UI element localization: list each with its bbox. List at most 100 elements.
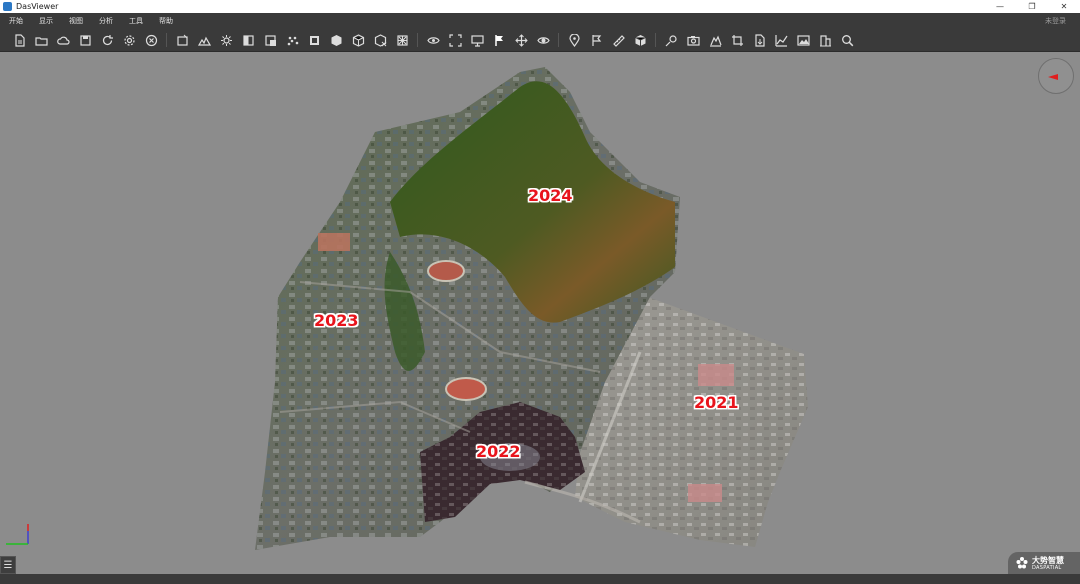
menu-display[interactable]: 显示 — [31, 13, 61, 29]
brand-logo-icon — [1016, 557, 1028, 569]
export-icon — [754, 33, 765, 47]
maximize-button[interactable]: ❐ — [1016, 0, 1048, 13]
box-button[interactable] — [347, 30, 369, 50]
brand-name-cn: 大势智慧 — [1032, 555, 1064, 565]
search-button[interactable] — [836, 30, 858, 50]
menu-start[interactable]: 开始 — [0, 13, 31, 29]
compass-widget[interactable] — [1038, 58, 1074, 94]
compass-needle-icon — [1048, 74, 1058, 80]
cloud-icon — [56, 36, 70, 45]
eye-button[interactable] — [532, 30, 554, 50]
box-icon — [352, 33, 364, 47]
toolbar-separator — [655, 33, 656, 47]
flag-measure-icon — [494, 34, 503, 46]
layer-button[interactable] — [259, 30, 281, 50]
terrain-button[interactable] — [193, 30, 215, 50]
flag-button[interactable] — [585, 30, 607, 50]
surface-icon — [309, 35, 319, 45]
settings-icon — [123, 34, 135, 46]
region-label-2023: 2023 — [314, 311, 359, 330]
menu-view[interactable]: 视图 — [61, 13, 91, 29]
toolbar — [0, 29, 1080, 52]
building-icon — [819, 34, 831, 46]
model-button[interactable] — [171, 30, 193, 50]
refresh-button[interactable] — [96, 30, 118, 50]
window-title: DasViewer — [16, 2, 59, 11]
toolbar-separator — [417, 33, 418, 47]
location-icon — [568, 33, 580, 47]
profile-icon — [709, 35, 722, 47]
login-status[interactable]: 未登录 — [1045, 13, 1066, 29]
window-controls: — ❐ ✕ — [984, 0, 1080, 13]
camera-icon — [686, 35, 700, 46]
brand-watermark: 大势智慧 DASPATIAL — [1008, 552, 1080, 574]
open-folder-icon — [34, 36, 48, 46]
eye-rotate-button[interactable] — [422, 30, 444, 50]
tag-icon — [665, 34, 677, 46]
cube-icon — [331, 34, 341, 46]
search-icon — [841, 34, 853, 46]
menu-analysis[interactable]: 分析 — [91, 13, 121, 29]
menu-help[interactable]: 帮助 — [151, 13, 181, 29]
volume-icon — [634, 34, 646, 46]
title-bar: DasViewer — ❐ ✕ — [0, 0, 1080, 13]
light-button[interactable] — [215, 30, 237, 50]
ruler-button[interactable] — [607, 30, 629, 50]
export-button[interactable] — [748, 30, 770, 50]
close-circle-button[interactable] — [140, 30, 162, 50]
model-icon — [176, 34, 188, 46]
region-label-2021: 2021 — [694, 393, 739, 412]
panel-menu-button[interactable]: ☰ — [0, 556, 16, 574]
flag-measure-button[interactable] — [488, 30, 510, 50]
menu-bar: 开始 显示 视图 分析 工具 帮助 未登录 — [0, 13, 1080, 29]
menu-tools[interactable]: 工具 — [121, 13, 151, 29]
camera-button[interactable] — [682, 30, 704, 50]
cube-button[interactable] — [325, 30, 347, 50]
3d-viewport[interactable]: 2024 2023 2021 2022 大势智慧 DASPATIAL — [0, 52, 1080, 574]
layer-icon — [264, 34, 276, 46]
image-icon — [796, 34, 810, 46]
toolbar-separator — [558, 33, 559, 47]
app-window: DasViewer — ❐ ✕ 开始 显示 视图 分析 工具 帮助 未登录 20… — [0, 0, 1080, 584]
location-button[interactable] — [563, 30, 585, 50]
minimize-button[interactable]: — — [984, 0, 1016, 13]
fit-view-button[interactable] — [444, 30, 466, 50]
new-file-button[interactable] — [8, 30, 30, 50]
points-button[interactable] — [281, 30, 303, 50]
crop-button[interactable] — [726, 30, 748, 50]
half-tone-button[interactable] — [237, 30, 259, 50]
close-button[interactable]: ✕ — [1048, 0, 1080, 13]
pan-button[interactable] — [510, 30, 532, 50]
chart-button[interactable] — [770, 30, 792, 50]
grid-icon — [396, 34, 408, 46]
wireframe-button[interactable] — [369, 30, 391, 50]
grid-button[interactable] — [391, 30, 413, 50]
save-button[interactable] — [74, 30, 96, 50]
brand-name-en: DASPATIAL — [1032, 564, 1062, 571]
flag-icon — [591, 34, 601, 46]
open-folder-button[interactable] — [30, 30, 52, 50]
wireframe-icon — [374, 33, 386, 47]
close-circle-icon — [145, 34, 157, 46]
eye-icon — [536, 36, 550, 44]
points-icon — [287, 36, 298, 45]
toolbar-separator — [166, 33, 167, 47]
eye-rotate-icon — [426, 36, 440, 44]
photogrammetry-model — [255, 67, 808, 550]
cloud-button[interactable] — [52, 30, 74, 50]
volume-button[interactable] — [629, 30, 651, 50]
tag-button[interactable] — [660, 30, 682, 50]
fit-view-icon — [448, 33, 462, 47]
building-button[interactable] — [814, 30, 836, 50]
surface-button[interactable] — [303, 30, 325, 50]
image-button[interactable] — [792, 30, 814, 50]
refresh-icon — [102, 34, 113, 45]
profile-button[interactable] — [704, 30, 726, 50]
save-icon — [79, 34, 91, 46]
region-label-2024: 2024 — [528, 186, 573, 205]
app-logo-icon — [3, 2, 12, 11]
light-icon — [220, 34, 232, 46]
settings-button[interactable] — [118, 30, 140, 50]
monitor-button[interactable] — [466, 30, 488, 50]
pan-icon — [514, 33, 528, 47]
